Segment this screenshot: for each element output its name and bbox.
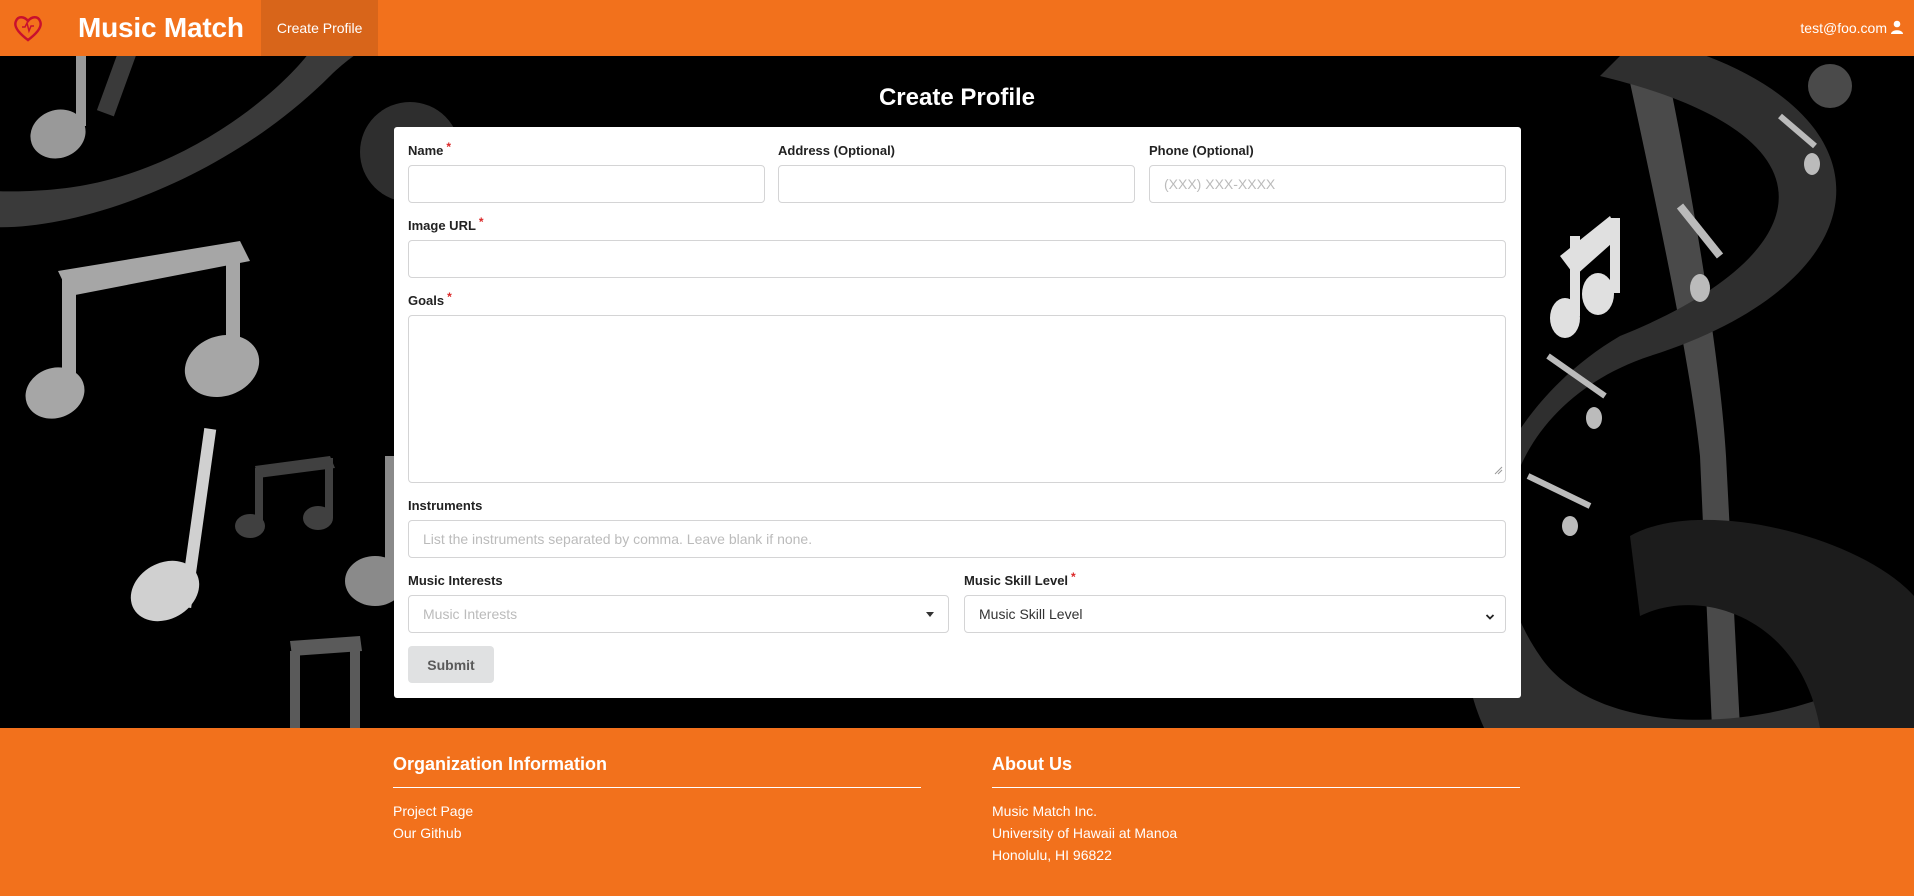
name-input[interactable] xyxy=(408,165,765,203)
footer-about-heading: About Us xyxy=(992,754,1520,788)
phone-label: Phone (Optional) xyxy=(1149,143,1254,158)
music-skill-selected: Music Skill Level xyxy=(979,606,1083,622)
instruments-input[interactable]: List the instruments separated by comma.… xyxy=(408,520,1506,558)
music-interests-placeholder: Music Interests xyxy=(423,606,518,622)
name-label: Name * xyxy=(408,140,452,158)
footer: Organization Information Project Page Ou… xyxy=(0,728,1914,896)
instruments-label: Instruments xyxy=(408,498,483,513)
address-label: Address (Optional) xyxy=(778,143,896,158)
music-skill-label: Music Skill Level * xyxy=(964,570,1076,588)
music-interests-dropdown[interactable]: Music Interests xyxy=(408,595,949,633)
dropdown-caret-icon xyxy=(926,612,934,617)
navbar: Music Match Create Profile test@foo.com xyxy=(0,0,1914,56)
page-title: Create Profile xyxy=(878,84,1036,111)
required-marker: * xyxy=(446,140,452,154)
chevron-down-icon xyxy=(1485,609,1495,625)
footer-org-heading: Organization Information xyxy=(393,754,921,788)
music-interests-label: Music Interests xyxy=(408,573,503,588)
create-profile-form: Name * Address (Optional) Phone (Optional… xyxy=(394,127,1521,698)
phone-input[interactable]: (XXX) XXX-XXXX xyxy=(1149,165,1506,203)
address-input[interactable] xyxy=(778,165,1135,203)
user-menu[interactable]: test@foo.com xyxy=(1800,0,1904,56)
brand-title[interactable]: Music Match xyxy=(78,12,244,44)
submit-button[interactable]: Submit xyxy=(408,646,494,683)
required-marker: * xyxy=(478,215,484,229)
user-icon xyxy=(1890,20,1904,37)
heart-logo-icon[interactable] xyxy=(0,0,56,56)
project-page-link[interactable]: Project Page xyxy=(393,800,921,822)
about-line: University of Hawaii at Manoa xyxy=(992,825,1178,841)
required-marker: * xyxy=(1071,570,1076,584)
nav-create-profile[interactable]: Create Profile xyxy=(260,0,379,56)
goals-label: Goals * xyxy=(408,290,452,308)
resize-handle-icon[interactable] xyxy=(1494,462,1503,480)
required-marker: * xyxy=(447,290,452,304)
music-skill-select[interactable]: Music Skill Level xyxy=(964,595,1506,633)
goals-textarea[interactable] xyxy=(408,315,1506,483)
about-line: Music Match Inc. xyxy=(992,803,1098,819)
user-email: test@foo.com xyxy=(1800,20,1887,36)
footer-organization: Organization Information Project Page Ou… xyxy=(393,754,921,844)
about-line: Honolulu, HI 96822 xyxy=(992,847,1112,863)
image-url-input[interactable] xyxy=(408,240,1506,278)
footer-about: About Us Music Match Inc. University of … xyxy=(992,754,1520,866)
github-link[interactable]: Our Github xyxy=(393,822,921,844)
image-url-label: Image URL * xyxy=(408,215,484,233)
phone-placeholder: (XXX) XXX-XXXX xyxy=(1164,176,1276,192)
instruments-placeholder: List the instruments separated by comma.… xyxy=(423,531,813,547)
